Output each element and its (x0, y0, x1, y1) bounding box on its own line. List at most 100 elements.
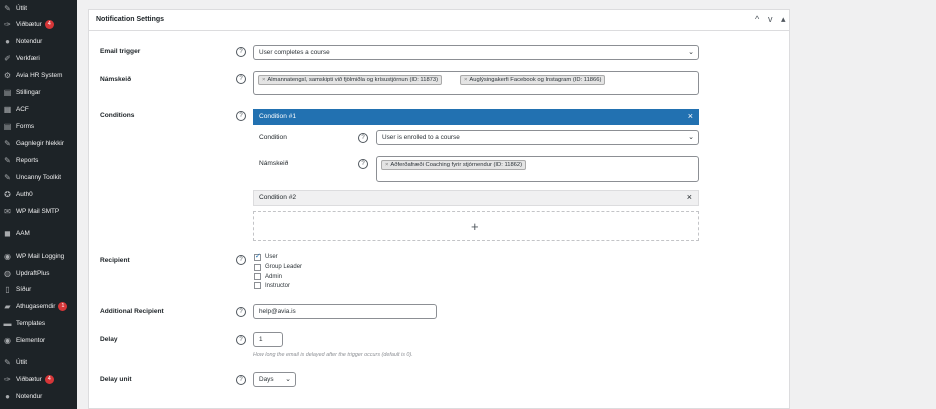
sidebar-item-reports[interactable]: ✎ Reports (0, 152, 77, 168)
sidebar-item-elementor[interactable]: ◉ Elementor (0, 332, 77, 348)
sidebar-item-verkfaeri[interactable]: ✐ Verkfæri (0, 50, 77, 66)
sidebar-item-utlit[interactable]: ✎ Útlit (0, 0, 77, 16)
sidebar-item-utlit-2[interactable]: ✎ Útlit (0, 354, 77, 370)
namskeid-label: Námskeið (100, 76, 132, 83)
sidebar-item-aam[interactable]: ◼ AAM (0, 225, 77, 241)
course-chip[interactable]: × Almannatengsl, samskipti við fjölmiðla … (258, 75, 443, 85)
sidebar-item-updraftplus[interactable]: ◍ UpdraftPlus (0, 265, 77, 281)
sidebar-item-label: AAM (16, 229, 30, 237)
delay-description: How long the email is delayed after the … (253, 352, 413, 358)
sidebar-item-avia-hr[interactable]: ⚙ Avia HR System (0, 67, 77, 83)
sidebar-item-label: Auth0 (16, 190, 33, 198)
sidebar-item-acf[interactable]: ▦ ACF (0, 101, 77, 117)
plus-icon: + (471, 219, 479, 234)
settings-icon: ▤ (3, 87, 12, 97)
admin-sidebar: ✎ Útlit ✑ Viðbætur 4 ● Notendur ✐ Verkfæri ⚙ A… (0, 0, 77, 409)
condition-namskeid-multiselect[interactable]: × Aðferðafræði Coaching fyrir stjórnendur… (376, 156, 699, 182)
toolkit-icon: ✎ (4, 172, 11, 182)
chip-label: Aðferðafræði Coaching fyrir stjórnendur … (390, 162, 523, 168)
chevron-down-icon: ⌄ (285, 376, 291, 383)
plugin-icon: ✑ (4, 19, 11, 29)
additional-recipient-label: Additional Recipient (100, 308, 164, 315)
sidebar-item-forms[interactable]: ▤ Forms (0, 118, 77, 134)
wrench-icon: ✐ (4, 53, 11, 63)
recipient-instructor-checkbox[interactable] (254, 282, 261, 289)
sidebar-item-label: Notendur (16, 392, 43, 400)
help-icon[interactable]: ? (236, 255, 246, 265)
remove-chip-icon[interactable]: × (464, 77, 467, 83)
remove-chip-icon[interactable]: × (262, 77, 265, 83)
sidebar-item-vidbaetur-2[interactable]: ✑ Viðbætur 4 (0, 371, 77, 387)
lock-icon: ✪ (4, 189, 11, 199)
add-condition-button[interactable]: + (253, 211, 699, 241)
sidebar-item-vidbaetur[interactable]: ✑ Viðbætur 4 (0, 16, 77, 32)
move-down-icon[interactable]: v (768, 14, 773, 24)
move-up-icon[interactable]: ^ (755, 14, 759, 24)
comment-count-badge: 1 (58, 301, 68, 311)
help-icon[interactable]: ? (358, 159, 368, 169)
shield-icon: ◼ (4, 228, 11, 238)
elementor-icon: ◉ (4, 335, 11, 345)
sidebar-item-stillingar[interactable]: ▤ Stillingar (0, 84, 77, 100)
course-chip[interactable]: × Auglýsingakerfi Facebook og Instagram (… (460, 75, 606, 85)
recipient-instructor-label: Instructor (265, 283, 291, 289)
recipient-admin-checkbox[interactable] (254, 273, 261, 280)
sidebar-item-templates[interactable]: ▬ Templates (0, 315, 77, 331)
help-icon[interactable]: ? (358, 133, 368, 143)
sidebar-item-label: Útlit (16, 358, 28, 366)
additional-recipient-input[interactable]: help@avia.is (253, 304, 437, 319)
sidebar-item-label: Viðbætur (16, 20, 42, 28)
close-icon[interactable]: × (687, 192, 692, 202)
email-trigger-select[interactable]: User completes a course ⌄ (253, 45, 699, 60)
sidebar-item-label: Verkfæri (16, 54, 40, 62)
recipient-group-leader-label: Group Leader (265, 264, 303, 270)
remove-chip-icon[interactable]: × (385, 162, 388, 168)
chip-label: Almannatengsl, samskipti við fjölmiðla o… (267, 77, 439, 83)
recipient-group-leader-checkbox[interactable] (254, 264, 261, 271)
sidebar-item-gagnlegir[interactable]: ✎ Gagnlegir hlekkir (0, 135, 77, 151)
sidebar-item-label: Avia HR System (16, 71, 63, 79)
brush-icon: ✎ (4, 3, 11, 13)
delay-unit-label: Delay unit (100, 376, 132, 383)
condition-2-header[interactable]: Condition #2 × (253, 190, 699, 206)
sidebar-item-athugasemdir[interactable]: ▰ Athugasemdir 1 (0, 298, 77, 314)
sidebar-item-label: WP Mail Logging (16, 252, 65, 260)
users-icon: ● (5, 391, 10, 401)
backup-icon: ◍ (4, 268, 11, 278)
close-icon[interactable]: × (688, 111, 693, 121)
delay-input[interactable]: 1 (253, 332, 283, 347)
sidebar-item-label: Viðbætur (16, 375, 42, 383)
sidebar-item-sidur[interactable]: ▯ Síður (0, 281, 77, 297)
help-icon[interactable]: ? (236, 47, 246, 57)
sidebar-item-wp-mail-smtp[interactable]: ✉ WP Mail SMTP (0, 203, 77, 219)
recipient-label: Recipient (100, 257, 130, 264)
help-icon[interactable]: ? (236, 335, 246, 345)
sidebar-item-label: Gagnlegir hlekkir (16, 139, 64, 147)
help-icon[interactable]: ? (236, 111, 246, 121)
course-chip[interactable]: × Aðferðafræði Coaching fyrir stjórnendur… (381, 160, 527, 170)
toggle-panel-icon[interactable]: ▴ (781, 14, 786, 25)
sidebar-item-wp-mail-logging[interactable]: ◉ WP Mail Logging (0, 248, 77, 264)
help-icon[interactable]: ? (236, 375, 246, 385)
sidebar-item-label: Forms (16, 122, 35, 130)
condition-1-header[interactable]: Condition #1 × (253, 109, 699, 125)
forms-icon: ▤ (3, 121, 12, 131)
help-icon[interactable]: ? (236, 74, 246, 84)
condition-type-label: Condition (259, 134, 287, 141)
sidebar-item-notendur-2[interactable]: ● Notendur (0, 388, 77, 404)
email-trigger-value: User completes a course (259, 49, 330, 56)
condition-type-select[interactable]: User is enrolled to a course ⌄ (376, 130, 699, 145)
help-icon[interactable]: ? (236, 307, 246, 317)
recipient-user-checkbox[interactable] (254, 252, 261, 261)
reports-icon: ✎ (4, 155, 11, 165)
delay-unit-select[interactable]: Days ⌄ (253, 372, 296, 387)
sidebar-item-label: Uncanny Toolkit (16, 173, 61, 181)
chip-label: Auglýsingakerfi Facebook og Instagram (I… (469, 77, 602, 83)
grid-icon: ▦ (3, 104, 12, 114)
sidebar-item-auth0[interactable]: ✪ Auth0 (0, 186, 77, 202)
condition-type-value: User is enrolled to a course (382, 134, 460, 141)
sidebar-item-notendur[interactable]: ● Notendur (0, 33, 77, 49)
sidebar-item-label: Notendur (16, 37, 43, 45)
sidebar-item-uncanny[interactable]: ✎ Uncanny Toolkit (0, 169, 77, 185)
namskeid-multiselect[interactable]: × Almannatengsl, samskipti við fjölmiðla … (253, 71, 699, 95)
